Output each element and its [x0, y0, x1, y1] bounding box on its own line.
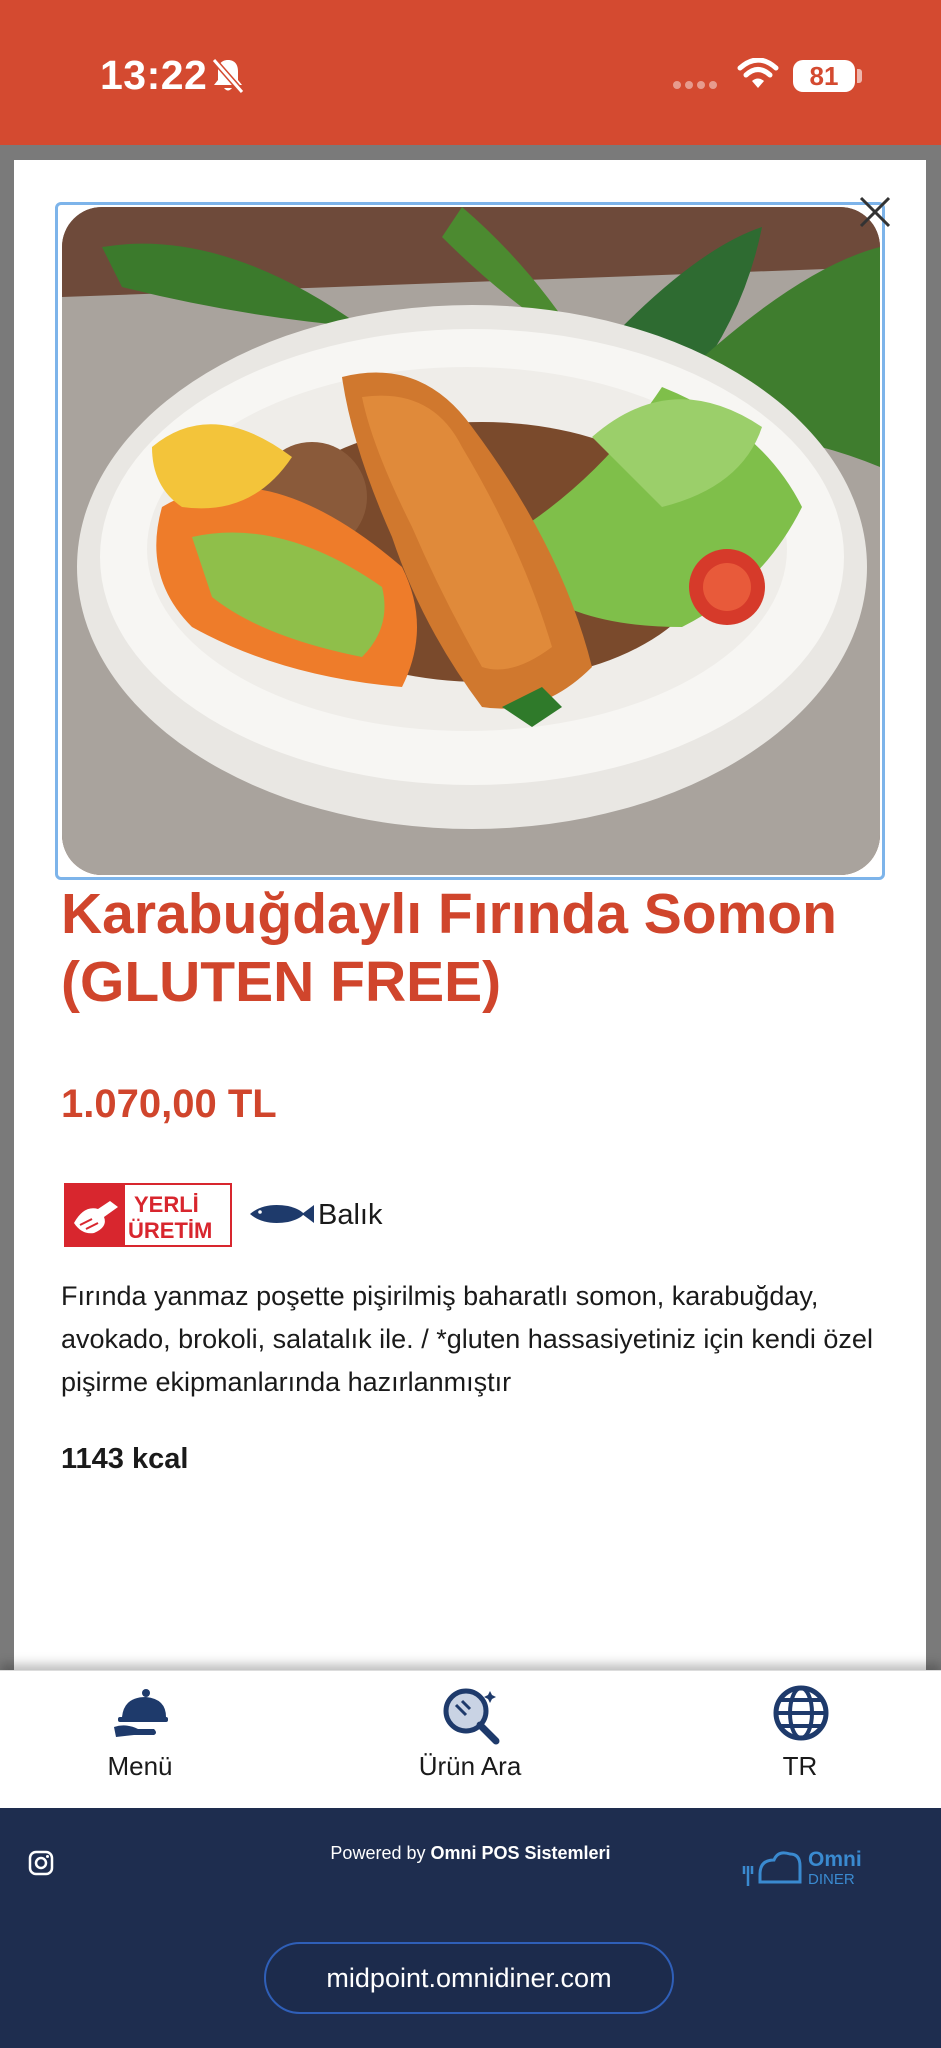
allergen-label: Balık	[318, 1199, 383, 1231]
nav-language[interactable]: TR	[720, 1671, 880, 1809]
cloche-icon	[114, 1689, 168, 1737]
calorie-info: 1143 kcal	[61, 1443, 189, 1475]
powered-by-brand[interactable]: Omni POS Sistemleri	[431, 1843, 611, 1863]
close-icon[interactable]	[858, 195, 892, 229]
badge-line2: ÜRETİM	[128, 1218, 212, 1243]
status-bar: 13:22 81	[0, 0, 941, 145]
bottom-navigation: Menü Ürün Ara TR	[0, 1670, 941, 1809]
wifi-icon	[737, 58, 779, 88]
product-description: Fırında yanmaz poşette pişirilmiş bahara…	[61, 1281, 873, 1397]
logo-line2: DINER	[808, 1871, 855, 1888]
nav-menu[interactable]: Menü	[60, 1671, 220, 1809]
omni-diner-logo: Omni DINER	[742, 1848, 862, 1888]
fish-icon	[250, 1205, 314, 1223]
search-icon	[443, 1688, 500, 1745]
local-production-badge: YERLİ ÜRETİM	[64, 1183, 232, 1247]
product-price: 1.070,00 TL	[61, 1082, 277, 1126]
product-image[interactable]	[62, 207, 880, 875]
nav-product-search[interactable]: Ürün Ara	[390, 1671, 550, 1809]
bell-muted-icon	[211, 58, 245, 94]
nav-menu-label: Menü	[107, 1751, 173, 1781]
nav-search-label: Ürün Ara	[418, 1751, 522, 1781]
url-bar[interactable]: midpoint.omnidiner.com	[264, 1942, 674, 2014]
badge-line1: YERLİ	[134, 1192, 199, 1217]
powered-by-prefix: Powered by	[330, 1843, 426, 1863]
battery-tip	[857, 69, 862, 83]
nav-language-label: TR	[782, 1751, 818, 1781]
logo-line1: Omni	[808, 1848, 862, 1871]
product-title: Karabuğdaylı Fırında Somon (GLUTEN FREE)	[61, 882, 837, 1014]
clock: 13:22	[100, 52, 208, 98]
globe-icon	[773, 1685, 829, 1741]
cellular-signal-icon	[673, 81, 717, 89]
battery-level: 81	[793, 60, 855, 92]
